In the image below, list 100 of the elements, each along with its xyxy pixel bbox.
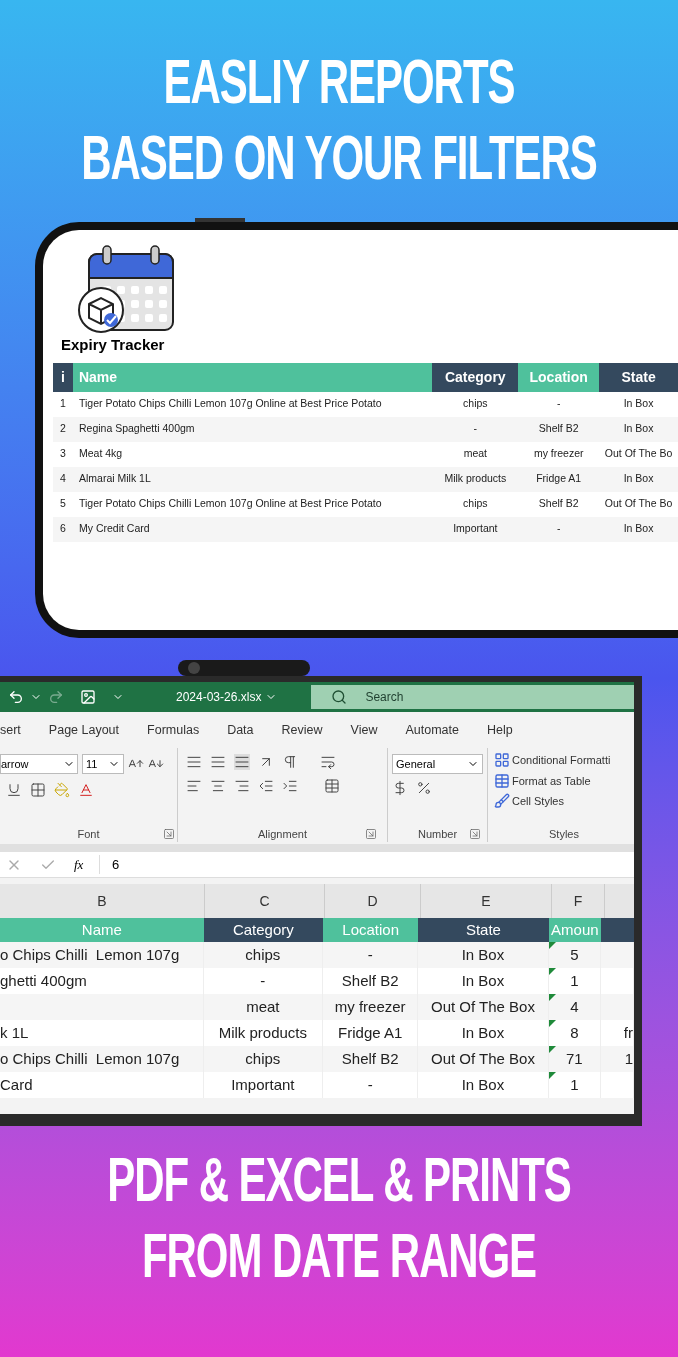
- table-cell-text: -: [367, 944, 373, 965]
- table-cell-text: Shelf B2: [341, 970, 399, 991]
- error-indicator-icon: [548, 1046, 556, 1053]
- table-cell-text: -: [260, 970, 266, 991]
- headline: BASED ON YOUR FILTERS: [81, 126, 597, 190]
- brush-icon: [494, 793, 510, 810]
- table-cell: Tiger Potato Chips Chilli Lemon 107g Online at Best Price Potato: [78, 496, 382, 512]
- group-label: Number: [417, 826, 458, 842]
- error-indicator-icon: [548, 1072, 556, 1079]
- table-cell-text: k 1L: [0, 1022, 29, 1043]
- table-cell: In Box: [623, 421, 654, 437]
- menu-tab[interactable]: Data: [227, 720, 254, 740]
- table-cell: Tiger Potato Chips Chilli Lemon 107g Online at Best Price Potato: [78, 396, 382, 412]
- table-cell-text: ghetti 400gm: [0, 970, 87, 991]
- table-cell-text: Out Of The Box: [430, 996, 535, 1017]
- borders-icon[interactable]: [30, 782, 46, 798]
- error-indicator-icon: [548, 994, 556, 1001]
- align-middle-icon[interactable]: [210, 754, 226, 770]
- table-cell-text: meat: [246, 996, 280, 1017]
- search-field[interactable]: Search: [311, 685, 634, 709]
- table-cell: Shelf B2: [538, 421, 579, 437]
- dialog-launcher-icon[interactable]: [163, 827, 175, 840]
- underline-icon[interactable]: [6, 782, 22, 798]
- table-cell-text: Fridge A1: [338, 1022, 403, 1043]
- column-header: Category: [432, 362, 519, 392]
- function-label[interactable]: fx: [74, 854, 84, 875]
- table-cell-text: 1: [624, 1048, 633, 1069]
- table-cell: -: [473, 421, 478, 437]
- column-header: State: [599, 362, 678, 392]
- table-cell-text: -: [367, 1074, 373, 1095]
- header-cell: Amoun: [548, 918, 602, 942]
- font-size-field[interactable]: 11: [82, 754, 124, 774]
- table-cell: In Box: [623, 396, 654, 412]
- align-right-icon[interactable]: [234, 778, 250, 794]
- menu-tab[interactable]: Automate: [405, 720, 459, 740]
- align-center-icon[interactable]: [210, 778, 226, 794]
- indent-increase-icon[interactable]: [282, 778, 298, 794]
- table-cell-text: 8: [570, 1022, 579, 1043]
- dialog-launcher-icon[interactable]: [469, 827, 481, 840]
- currency-icon[interactable]: [392, 780, 408, 796]
- font-name-field[interactable]: arrow: [0, 754, 78, 774]
- fill-color-icon[interactable]: [54, 782, 70, 798]
- table-cell-text: fr: [623, 1022, 633, 1043]
- table-cell-text: Milk products: [218, 1022, 307, 1043]
- column-header: Location: [518, 362, 600, 392]
- table-cell: Shelf B2: [538, 496, 579, 512]
- table-cell: chips: [463, 496, 488, 512]
- app-title: Expiry Tracker: [60, 335, 166, 355]
- error-indicator-icon: [548, 968, 556, 975]
- merge-cells-icon[interactable]: [324, 778, 340, 794]
- menu-tab[interactable]: View: [350, 720, 378, 740]
- table-icon: [494, 772, 510, 789]
- headline: FROM DATE RANGE: [141, 1224, 537, 1288]
- table-cell: 5: [60, 496, 66, 512]
- indent-decrease-icon[interactable]: [258, 778, 274, 794]
- header-cell: Category: [203, 918, 323, 942]
- file-name[interactable]: 2024-03-26.xlsx: [176, 688, 278, 706]
- table-cell-text: chips: [245, 944, 281, 965]
- group-label: Font: [77, 826, 100, 842]
- calendar-icon: [75, 244, 175, 334]
- number-format-field[interactable]: General: [392, 754, 483, 774]
- percent-icon[interactable]: [416, 780, 432, 796]
- align-bottom-icon[interactable]: [234, 754, 250, 770]
- menu-tab[interactable]: Formulas: [147, 720, 200, 740]
- table-cell: 4: [60, 471, 66, 487]
- styles-button[interactable]: Cell Styles: [494, 793, 634, 810]
- menu-tab[interactable]: Help: [486, 720, 513, 740]
- table-cell-text: Out Of The Box: [430, 1048, 535, 1069]
- dialog-launcher-icon[interactable]: [365, 827, 377, 840]
- headline: EASLIY REPORTS: [163, 50, 515, 114]
- table-cell: My Credit Card: [78, 521, 150, 537]
- menu-tab[interactable]: Review: [281, 720, 323, 740]
- styles-button[interactable]: Format as Table: [494, 772, 634, 789]
- table-cell-text: 1: [570, 1074, 579, 1095]
- table-cell: 3: [60, 446, 66, 462]
- wrap-text-icon[interactable]: [320, 754, 336, 770]
- align-top-icon[interactable]: [186, 754, 202, 770]
- table-cell: meat: [463, 446, 487, 462]
- formula-field[interactable]: 6: [112, 854, 120, 875]
- table-cell: Meat 4kg: [78, 446, 123, 462]
- table-cell: In Box: [623, 521, 654, 537]
- table-cell-text: chips: [245, 1048, 281, 1069]
- font-color-icon[interactable]: [78, 782, 94, 798]
- table-cell: my freezer: [533, 446, 584, 462]
- text-direction-icon[interactable]: [282, 754, 298, 770]
- image-icon[interactable]: [80, 689, 96, 705]
- header-cell: State: [418, 918, 549, 942]
- table-cell-text: 5: [570, 944, 579, 965]
- undo-icon[interactable]: [8, 689, 24, 705]
- table-cell: Out Of The Bo: [604, 446, 673, 462]
- grid-icon: [494, 752, 510, 769]
- table-cell: Out Of The Bo: [604, 496, 673, 512]
- table-cell: Milk products: [444, 471, 507, 487]
- table-cell-text: Shelf B2: [341, 1048, 399, 1069]
- table-cell: Almarai Milk 1L: [78, 471, 151, 487]
- menu-tab[interactable]: sert: [0, 720, 21, 740]
- menu-tab[interactable]: Page Layout: [48, 720, 120, 740]
- table-cell-text: In Box: [461, 1074, 505, 1095]
- align-left-icon[interactable]: [186, 778, 202, 794]
- styles-button[interactable]: Conditional Formatti: [494, 752, 634, 769]
